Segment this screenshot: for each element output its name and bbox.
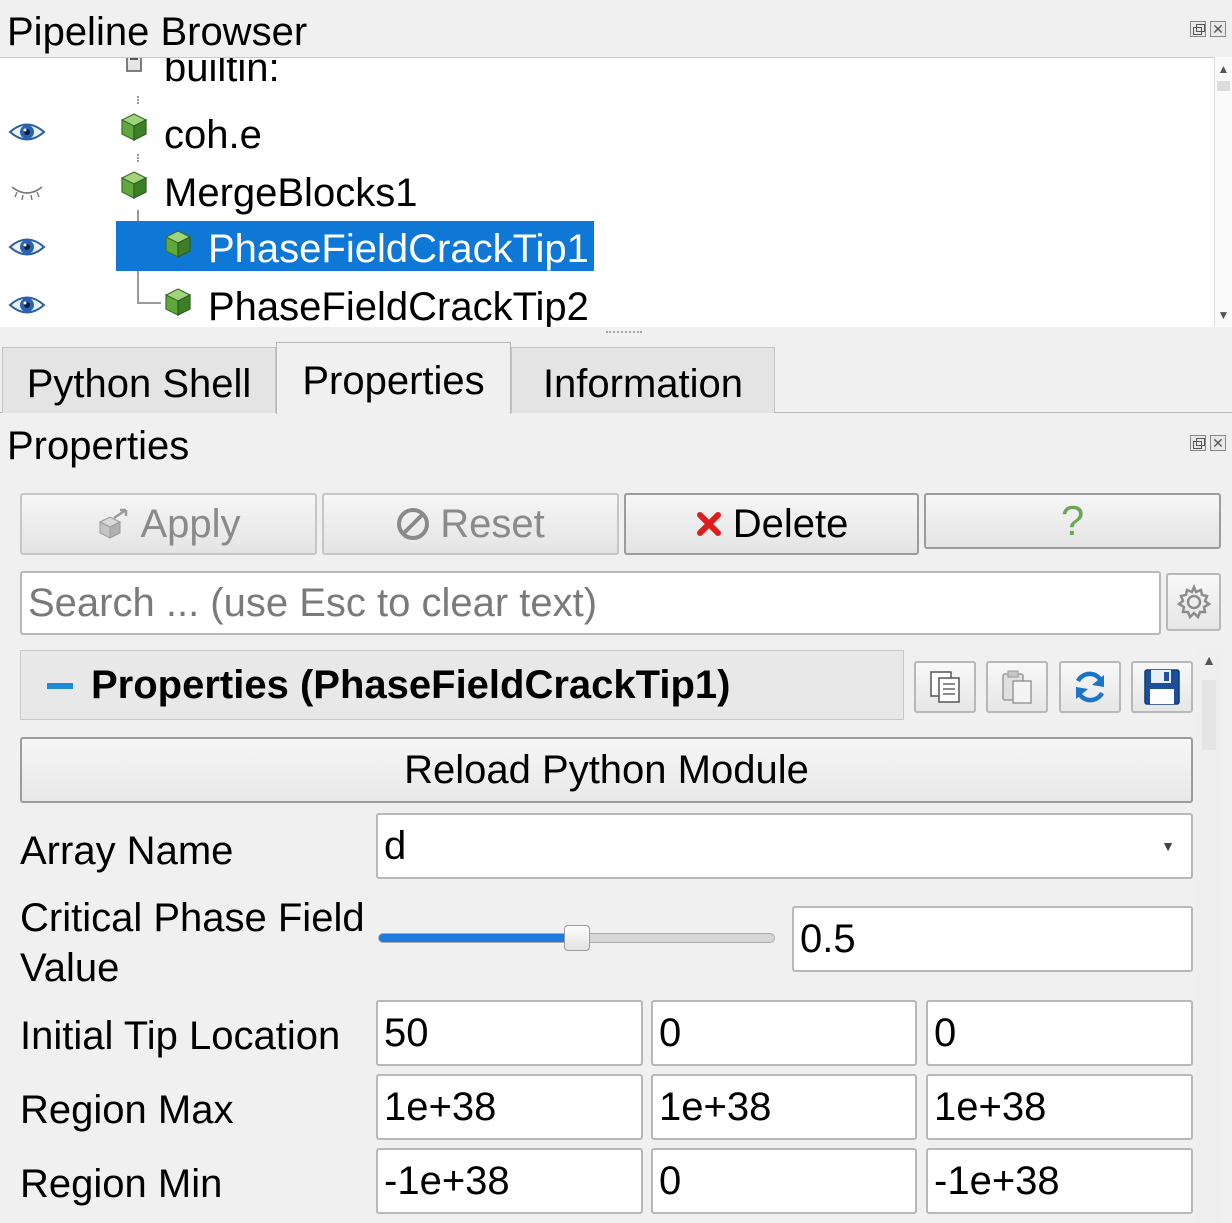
delete-x-icon xyxy=(696,512,721,536)
paste-button[interactable] xyxy=(986,661,1048,713)
copy-button[interactable] xyxy=(914,661,976,713)
eye-icon[interactable] xyxy=(8,234,46,260)
tab-information[interactable]: Information xyxy=(511,347,775,413)
pipeline-item-builtin[interactable]: builtin: xyxy=(0,57,1214,104)
critical-value-label-line2: Value xyxy=(20,946,120,990)
help-button[interactable]: ? xyxy=(924,493,1221,549)
pipeline-item-coh-e[interactable]: coh.e xyxy=(0,103,1214,161)
tab-properties[interactable]: Properties xyxy=(276,342,511,414)
eye-icon[interactable] xyxy=(8,292,46,318)
slider-handle[interactable] xyxy=(563,925,590,951)
tree-item-label: PhaseFieldCrackTip2 xyxy=(208,285,589,327)
array-name-value: d xyxy=(384,823,407,868)
search-input[interactable]: Search ... (use Esc to clear text) xyxy=(20,571,1161,635)
float-panel-icon[interactable] xyxy=(1190,435,1206,451)
eye-icon[interactable] xyxy=(8,119,46,145)
tree-item-label: builtin: xyxy=(164,57,280,90)
float-panel-icon[interactable] xyxy=(1190,21,1206,37)
close-panel-icon[interactable]: ✕ xyxy=(1210,21,1226,37)
copy-icon xyxy=(930,671,960,703)
apply-button[interactable]: Apply xyxy=(20,493,317,555)
region-min-z-input[interactable]: -1e+38 xyxy=(926,1148,1193,1214)
pipeline-browser-title: Pipeline Browser xyxy=(7,10,308,54)
region-max-label: Region Max xyxy=(20,1088,234,1132)
pipeline-item-phasefieldcracktip2[interactable]: PhaseFieldCrackTip2 xyxy=(0,276,1214,327)
server-icon xyxy=(126,58,142,72)
reset-label: Reset xyxy=(440,501,545,546)
cube-icon xyxy=(120,113,148,141)
region-min-label: Region Min xyxy=(20,1162,223,1206)
restore-defaults-button[interactable] xyxy=(1059,661,1121,713)
critical-value-input[interactable]: 0.5 xyxy=(792,906,1193,972)
critical-value-label-line1: Critical Phase Field xyxy=(20,896,365,940)
eye-closed-icon[interactable] xyxy=(8,177,46,203)
region-max-y-input[interactable]: 1e+38 xyxy=(651,1074,917,1140)
pipeline-tree[interactable]: builtin: coh.e MergeBlocks1 PhaseFieldCr… xyxy=(0,57,1214,327)
initial-tip-x-input[interactable]: 50 xyxy=(376,1000,643,1066)
apply-label: Apply xyxy=(140,501,241,546)
scroll-up-icon[interactable]: ▲ xyxy=(1196,652,1222,668)
scroll-down-icon[interactable]: ▼ xyxy=(1215,307,1232,323)
collapse-icon[interactable] xyxy=(47,683,73,689)
refresh-icon xyxy=(1075,671,1105,703)
save-icon xyxy=(1144,669,1180,705)
cube-icon xyxy=(164,230,192,258)
critical-value-slider[interactable] xyxy=(378,925,775,951)
cube-icon xyxy=(120,171,148,199)
slider-fill xyxy=(379,934,577,942)
scroll-thumb[interactable] xyxy=(1202,680,1216,750)
pipeline-scrollbar[interactable]: ▲ ▼ xyxy=(1214,57,1232,327)
reset-button[interactable]: Reset xyxy=(322,493,619,555)
tree-item-label: MergeBlocks1 xyxy=(164,171,418,215)
paste-icon xyxy=(1002,670,1032,704)
cube-icon xyxy=(164,288,192,316)
tree-item-label: coh.e xyxy=(164,113,262,157)
delete-button[interactable]: Delete xyxy=(624,493,919,555)
apply-icon xyxy=(99,508,128,539)
region-min-y-input[interactable]: 0 xyxy=(651,1148,917,1214)
critical-value-label: Critical Phase Field Value xyxy=(20,893,365,993)
reset-icon xyxy=(397,508,430,540)
array-name-select[interactable]: d ▼ xyxy=(376,813,1193,879)
delete-label: Delete xyxy=(732,501,849,546)
pipeline-dock-buttons: ✕ xyxy=(1190,21,1226,37)
pipeline-item-mergeblocks1[interactable]: MergeBlocks1 xyxy=(0,161,1214,219)
reload-python-module-button[interactable]: Reload Python Module xyxy=(20,737,1193,803)
help-icon: ? xyxy=(1060,497,1085,544)
array-name-label: Array Name xyxy=(20,829,234,873)
initial-tip-label: Initial Tip Location xyxy=(20,1014,341,1058)
region-min-x-input[interactable]: -1e+38 xyxy=(376,1148,643,1214)
section-title: Properties (PhaseFieldCrackTip1) xyxy=(91,663,731,707)
initial-tip-y-input[interactable]: 0 xyxy=(651,1000,917,1066)
initial-tip-z-input[interactable]: 0 xyxy=(926,1000,1193,1066)
region-max-z-input[interactable]: 1e+38 xyxy=(926,1074,1193,1140)
save-defaults-button[interactable] xyxy=(1131,661,1193,713)
properties-panel-title: Properties xyxy=(7,424,190,468)
chevron-down-icon: ▼ xyxy=(1161,838,1175,854)
tab-python-shell[interactable]: Python Shell xyxy=(2,347,276,413)
pipeline-item-phasefieldcracktip1[interactable]: PhaseFieldCrackTip1 xyxy=(0,218,1214,276)
splitter-handle[interactable] xyxy=(606,331,642,335)
advanced-settings-button[interactable] xyxy=(1166,573,1221,631)
properties-dock-buttons: ✕ xyxy=(1190,435,1226,451)
properties-scrollbar[interactable]: ▲ xyxy=(1196,650,1222,1223)
region-max-x-input[interactable]: 1e+38 xyxy=(376,1074,643,1140)
scroll-up-icon[interactable]: ▲ xyxy=(1215,61,1232,77)
section-header[interactable]: Properties (PhaseFieldCrackTip1) xyxy=(20,650,904,720)
gear-icon xyxy=(1176,584,1211,620)
close-panel-icon[interactable]: ✕ xyxy=(1210,435,1226,451)
scroll-thumb[interactable] xyxy=(1217,81,1230,91)
tree-item-label: PhaseFieldCrackTip1 xyxy=(208,227,589,271)
